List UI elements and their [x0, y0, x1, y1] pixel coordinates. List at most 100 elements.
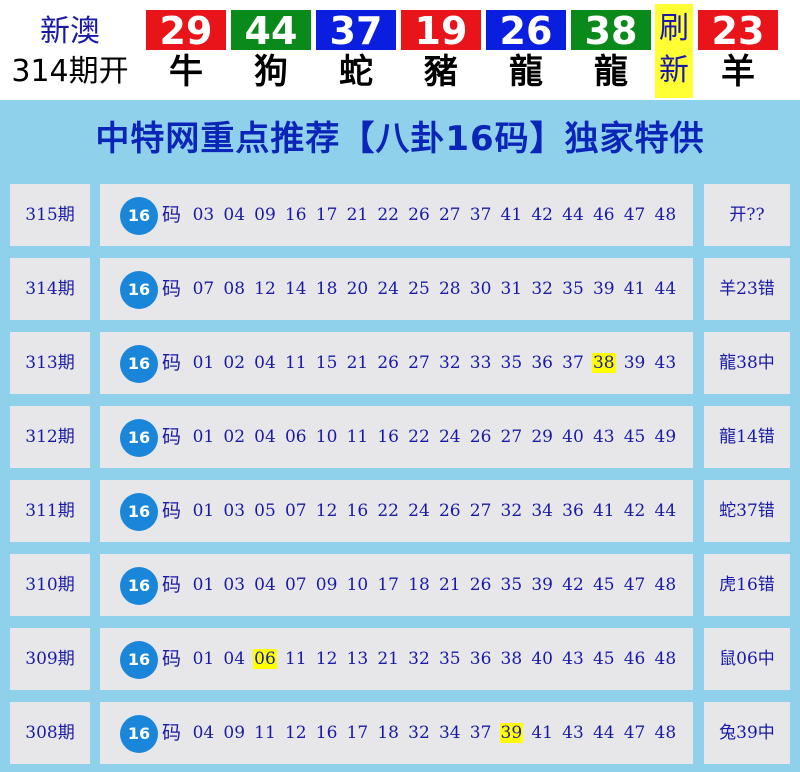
- pick-number: 42: [558, 554, 589, 616]
- number-text: 04: [192, 723, 215, 743]
- numbers-cell: 16 码 01 03 05 07 12 16 22 24 26 27 32 34 36 41 42 44: [100, 480, 693, 542]
- pick-number: 07: [280, 480, 311, 542]
- number-text: 12: [315, 649, 338, 669]
- pick-number: 17: [342, 702, 373, 764]
- number-text: 14: [284, 279, 307, 299]
- pick-number: 38: [496, 628, 527, 690]
- table-row: 310期 16 码 01 03 04 07 09 10 17 18 21 26 35 39 42 45 47 48 虎…: [10, 554, 790, 616]
- code-label: 码: [162, 722, 182, 744]
- ball-number: 19: [401, 10, 481, 52]
- number-text: 40: [531, 649, 553, 669]
- issue-cell: 308期: [10, 702, 90, 764]
- pick-number: 37: [465, 702, 496, 764]
- pick-number: 22: [404, 406, 435, 468]
- pick-number: 35: [496, 554, 527, 616]
- pick-number: 36: [558, 480, 589, 542]
- number-text: 48: [654, 575, 677, 595]
- pick-number: 47: [619, 554, 650, 616]
- number-text: 10: [346, 575, 369, 595]
- code-label: 码: [162, 648, 182, 670]
- number-text: 28: [438, 279, 461, 299]
- number-text: 26: [408, 205, 430, 225]
- number-list: 04 09 11 12 16 17 18 32 34 37 39 41 43 44 47 48: [188, 702, 681, 764]
- issue-cell: 314期: [10, 258, 90, 320]
- pick-number: 49: [650, 406, 681, 468]
- pick-number: 10: [311, 406, 342, 468]
- pick-number: 26: [434, 480, 465, 542]
- count-badge: 16: [120, 345, 158, 383]
- pick-number: 16: [373, 406, 404, 468]
- number-text: 43: [592, 427, 615, 447]
- number-text: 07: [284, 501, 307, 521]
- pick-number: 44: [650, 480, 681, 542]
- issue-label: 314期开: [11, 54, 129, 89]
- pick-number: 01: [188, 554, 219, 616]
- draw-header: 新澳 314期开 29 牛 44 狗 37 蛇 19 豬 26 龍 38 龍 刷…: [0, 0, 800, 98]
- pick-number: 27: [404, 332, 435, 394]
- pick-number: 04: [219, 628, 250, 690]
- pick-number: 04: [250, 406, 281, 468]
- pick-number: 31: [496, 258, 527, 320]
- number-text: 26: [377, 353, 399, 373]
- pick-number: 34: [434, 702, 465, 764]
- pick-number: 25: [404, 258, 435, 320]
- table-row: 314期 16 码 07 08 12 14 18 20 24 25 28 30 31 32 35 39 41 44 羊…: [10, 258, 790, 320]
- numbers-cell: 16 码 01 04 06 11 12 13 21 32 35 36 38 40 43 45 46 48: [100, 628, 693, 690]
- pick-number: 12: [311, 480, 342, 542]
- pick-number: 41: [588, 480, 619, 542]
- table-row: 309期 16 码 01 04 06 11 12 13 21 32 35 36 38 40 43 45 46 48 鼠…: [10, 628, 790, 690]
- number-text: 26: [438, 501, 461, 521]
- number-list: 03 04 09 16 17 21 22 26 27 37 41 42 44 46 47 48: [188, 184, 681, 246]
- pick-number: 12: [280, 702, 311, 764]
- pick-number: 05: [250, 480, 281, 542]
- pick-number: 32: [496, 480, 527, 542]
- number-text: 34: [531, 501, 553, 521]
- code-label: 码: [162, 574, 182, 596]
- pick-number: 32: [434, 332, 465, 394]
- pick-number: 11: [250, 702, 281, 764]
- pick-number: 41: [496, 184, 527, 246]
- number-text: 18: [408, 575, 430, 595]
- pick-number: 06: [280, 406, 311, 468]
- pick-number: 33: [465, 332, 496, 394]
- hit-number: 06: [250, 628, 281, 690]
- numbers-cell: 16 码 07 08 12 14 18 20 24 25 28 30 31 32 35 39 41 44: [100, 258, 693, 320]
- number-text: 17: [346, 723, 369, 743]
- pick-number: 39: [588, 258, 619, 320]
- number-text: 26: [469, 427, 492, 447]
- number-list: 01 03 05 07 12 16 22 24 26 27 32 34 36 41 42 44: [188, 480, 681, 542]
- pick-number: 43: [650, 332, 681, 394]
- number-text: 17: [315, 205, 338, 225]
- number-text: 24: [377, 279, 399, 299]
- number-text: 48: [654, 205, 677, 225]
- number-text: 17: [377, 575, 399, 595]
- refresh-button[interactable]: 刷新: [655, 4, 693, 98]
- pick-number: 21: [373, 628, 404, 690]
- number-text: 48: [654, 723, 677, 743]
- pick-number: 11: [280, 332, 311, 394]
- pick-number: 10: [342, 554, 373, 616]
- pick-number: 42: [527, 184, 558, 246]
- number-text: 06: [284, 427, 307, 447]
- number-text: 38: [591, 353, 616, 373]
- pick-number: 32: [404, 702, 435, 764]
- result-cell: 兔39中: [704, 702, 790, 764]
- issue-cell: 309期: [10, 628, 90, 690]
- pick-number: 07: [188, 258, 219, 320]
- number-text: 11: [284, 649, 307, 669]
- pick-number: 09: [219, 702, 250, 764]
- pick-number: 36: [527, 332, 558, 394]
- pick-number: 42: [619, 480, 650, 542]
- number-text: 42: [562, 575, 584, 595]
- ball-number: 37: [316, 10, 396, 52]
- number-text: 21: [438, 575, 461, 595]
- number-text: 44: [654, 501, 677, 521]
- number-text: 18: [315, 279, 338, 299]
- pick-number: 26: [404, 184, 435, 246]
- number-text: 45: [592, 575, 615, 595]
- number-text: 25: [408, 279, 430, 299]
- result-ball: 38 龍: [571, 10, 651, 96]
- pick-number: 46: [619, 628, 650, 690]
- pick-number: 47: [619, 702, 650, 764]
- table-row: 308期 16 码 04 09 11 12 16 17 18 32 34 37 39 41 43 44 47 48 兔…: [10, 702, 790, 764]
